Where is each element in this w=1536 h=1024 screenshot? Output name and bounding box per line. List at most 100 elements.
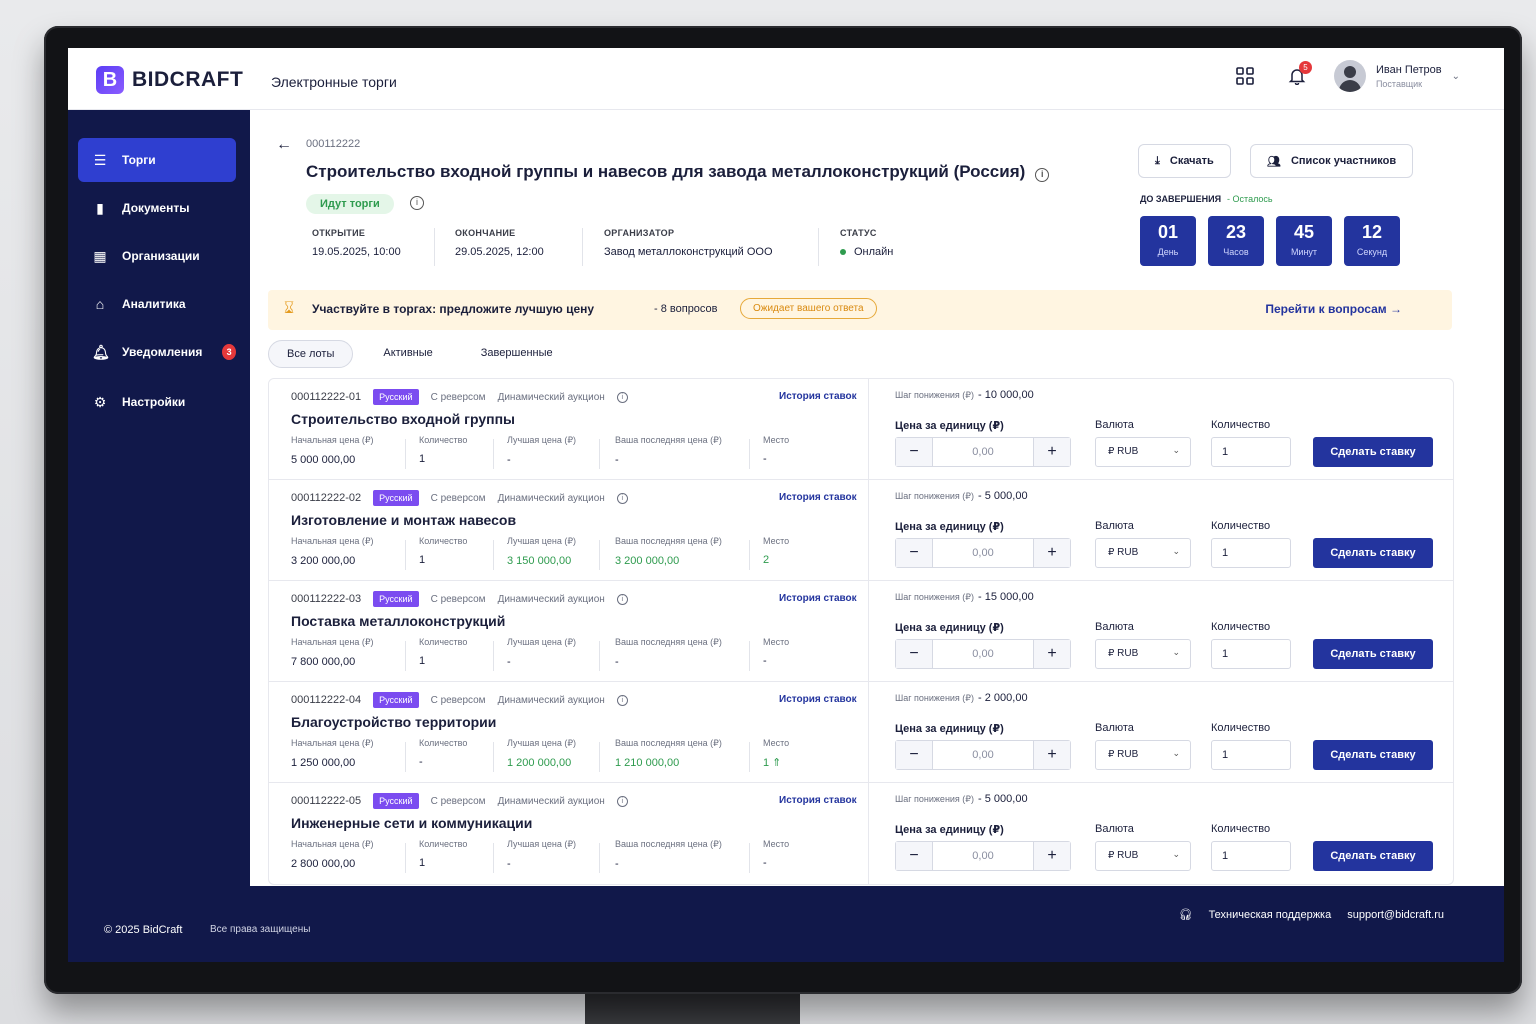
- banner-text: Участвуйте в торгах: предложите лучшую ц…: [312, 302, 595, 316]
- bell-icon[interactable]: 5: [1282, 61, 1312, 91]
- currency-select[interactable]: ₽ RUB ⌄: [1095, 841, 1191, 871]
- stat-value: -: [507, 656, 511, 668]
- tab-all-lots[interactable]: Все лоты: [268, 340, 354, 368]
- lot-info: 000112222-04 Русский С реверсом Динамиче…: [269, 682, 869, 782]
- back-arrow-icon[interactable]: ←: [276, 136, 292, 154]
- plus-button[interactable]: +: [1034, 438, 1070, 466]
- quantity-input[interactable]: 1: [1211, 538, 1291, 568]
- divider: [405, 439, 406, 469]
- plus-button[interactable]: +: [1034, 539, 1070, 567]
- price-input[interactable]: 0,00: [932, 842, 1034, 870]
- place-bid-button[interactable]: Сделать ставку: [1313, 740, 1433, 770]
- currency-select[interactable]: ₽ RUB ⌄: [1095, 437, 1191, 467]
- stat-value: -: [615, 656, 619, 668]
- meta-value: Завод металлоконструкций ООО: [604, 246, 773, 258]
- awaiting-answer-badge: Ожидает вашего ответа: [740, 298, 877, 319]
- header-subtitle: Электронные торги: [271, 74, 397, 90]
- place-bid-button[interactable]: Сделать ставку: [1313, 841, 1433, 871]
- countdown-minutes: 45 Минут: [1276, 216, 1332, 266]
- info-icon[interactable]: i: [616, 492, 628, 504]
- user-menu[interactable]: Иван Петров Поставщик ⌄: [1333, 60, 1460, 92]
- price-stepper: − 0,00 +: [895, 538, 1071, 568]
- support-label[interactable]: Техническая поддержка: [1209, 909, 1332, 921]
- lot-info: 000112222-02 Русский С реверсом Динамиче…: [269, 480, 869, 580]
- sidebar-item-tenders[interactable]: ☰ Торги: [78, 138, 236, 182]
- price-input[interactable]: 0,00: [932, 640, 1034, 668]
- stat-start-price: Начальная цена (₽) 7 800 000,00: [291, 637, 374, 668]
- currency-select[interactable]: ₽ RUB ⌄: [1095, 740, 1191, 770]
- info-icon[interactable]: i: [616, 694, 628, 706]
- sidebar-item-settings[interactable]: ⚙ Настройки: [78, 380, 236, 424]
- stat-value: 5 000 000,00: [291, 454, 356, 466]
- bid-history-link[interactable]: История ставок: [779, 795, 857, 806]
- tab-completed[interactable]: Завершенные: [463, 340, 571, 368]
- info-icon[interactable]: i: [616, 593, 628, 605]
- info-icon[interactable]: i: [1035, 168, 1050, 182]
- bid-history-link[interactable]: История ставок: [779, 694, 857, 705]
- bid-history-link[interactable]: История ставок: [779, 593, 857, 604]
- tender-title: Строительство входной группы и навесов д…: [306, 162, 1026, 181]
- minus-button[interactable]: −: [896, 741, 932, 769]
- avatar: [1333, 60, 1366, 92]
- bell-icon: 🔔︎: [92, 343, 110, 360]
- divider: [599, 540, 600, 570]
- meta-label: ОРГАНИЗАТОР: [604, 228, 675, 238]
- price-input[interactable]: 0,00: [932, 438, 1034, 466]
- stat-start-price: Начальная цена (₽) 3 200 000,00: [291, 536, 374, 567]
- download-button[interactable]: ⤓ Скачать: [1138, 144, 1231, 178]
- plus-button[interactable]: +: [1034, 741, 1070, 769]
- step-decrease: Шаг понижения (₽) - 10 000,00: [895, 389, 1034, 401]
- step-label: Шаг понижения (₽): [895, 390, 975, 400]
- go-to-questions-link[interactable]: Перейти к вопросам →: [1265, 302, 1402, 316]
- minus-button[interactable]: −: [896, 640, 932, 668]
- minus-button[interactable]: −: [896, 539, 932, 567]
- quantity-input[interactable]: 1: [1211, 437, 1291, 467]
- status-online: Онлайн: [854, 246, 894, 258]
- place-bid-button[interactable]: Сделать ставку: [1313, 639, 1433, 669]
- divider: [599, 742, 600, 772]
- reverse-label: С реверсом: [430, 391, 486, 403]
- tab-active[interactable]: Активные: [365, 340, 450, 368]
- stat-label: Количество: [419, 536, 468, 546]
- bid-form: Шаг понижения (₽) - 10 000,00 Цена за еди…: [889, 379, 1455, 479]
- currency-select[interactable]: ₽ RUB ⌄: [1095, 639, 1191, 669]
- sidebar-item-label: Организации: [122, 249, 200, 263]
- place-bid-button[interactable]: Сделать ставку: [1313, 538, 1433, 568]
- support-email[interactable]: support@bidcraft.ru: [1347, 909, 1444, 921]
- countdown-unit: Секунд: [1356, 247, 1388, 257]
- price-input[interactable]: 0,00: [932, 741, 1034, 769]
- apps-grid-icon[interactable]: [1230, 61, 1260, 91]
- sidebar-item-analytics[interactable]: ⌂ Аналитика: [78, 282, 236, 326]
- stat-last-bid: Ваша последняя цена (₽) 1 210 000,00: [615, 738, 722, 769]
- bid-history-link[interactable]: История ставок: [779, 492, 857, 503]
- currency-select[interactable]: ₽ RUB ⌄: [1095, 538, 1191, 568]
- place-bid-button[interactable]: Сделать ставку: [1313, 437, 1433, 467]
- price-input[interactable]: 0,00: [932, 539, 1034, 567]
- meta-value: 29.05.2025, 12:00: [455, 246, 544, 258]
- lot-code: 000112222-01: [291, 391, 362, 403]
- unit-price-label: Цена за единицу (₽): [895, 723, 1004, 735]
- plus-button[interactable]: +: [1034, 842, 1070, 870]
- quantity-input[interactable]: 1: [1211, 639, 1291, 669]
- lot-name: Строительство входной группы: [291, 411, 515, 427]
- logo[interactable]: B BIDCRAFT: [96, 66, 243, 94]
- sidebar-item-notifications[interactable]: 🔔︎ Уведомления 3: [78, 330, 236, 374]
- info-icon[interactable]: i: [616, 795, 628, 807]
- sidebar-item-documents[interactable]: ▮ Документы: [78, 186, 236, 230]
- participants-button[interactable]: 👥︎ Список участников: [1250, 144, 1414, 178]
- stat-value: -: [763, 453, 767, 465]
- tender-id: 000112222: [306, 138, 361, 150]
- lot-code: 000112222-05: [291, 795, 362, 807]
- language-badge: Русский: [373, 389, 419, 405]
- info-icon[interactable]: i: [410, 196, 424, 210]
- quantity-input[interactable]: 1: [1211, 841, 1291, 871]
- minus-button[interactable]: −: [896, 438, 932, 466]
- bid-history-link[interactable]: История ставок: [779, 391, 857, 402]
- plus-button[interactable]: +: [1034, 640, 1070, 668]
- minus-button[interactable]: −: [896, 842, 932, 870]
- main-content: ← 000112222 Строительство входной группы…: [250, 110, 1504, 886]
- bid-form: Шаг понижения (₽) - 5 000,00 Цена за един…: [889, 480, 1455, 580]
- sidebar-item-organizations[interactable]: ▦ Организации: [78, 234, 236, 278]
- info-icon[interactable]: i: [616, 391, 628, 403]
- quantity-input[interactable]: 1: [1211, 740, 1291, 770]
